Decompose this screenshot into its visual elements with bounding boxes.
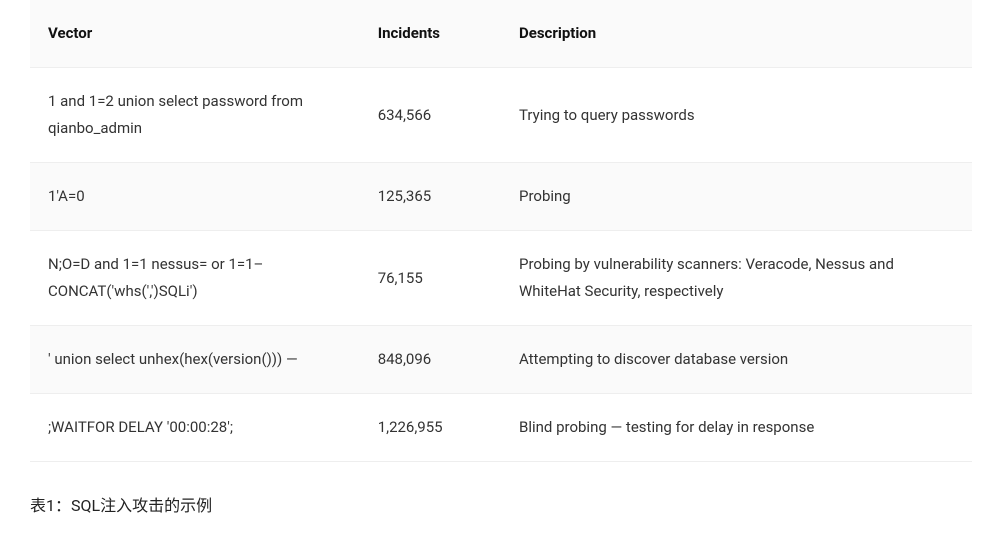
table-header-row: Vector Incidents Description [30,0,972,68]
cell-vector: ;WAITFOR DELAY '00:00:28'; [30,394,360,462]
cell-description: Trying to query passwords [501,68,972,163]
header-description: Description [501,0,972,68]
cell-incidents: 634,566 [360,68,501,163]
cell-description: Attempting to discover database version [501,326,972,394]
header-incidents: Incidents [360,0,501,68]
table-row: ;WAITFOR DELAY '00:00:28'; 1,226,955 Bli… [30,394,972,462]
table-row: ' union select unhex(hex(version())) — 8… [30,326,972,394]
table-caption: 表1：SQL注入攻击的示例 [30,492,972,521]
table-row: N;O=D and 1=1 nessus= or 1=1– CONCAT('wh… [30,231,972,326]
table-row: 1'A=0 125,365 Probing [30,163,972,231]
cell-incidents: 1,226,955 [360,394,501,462]
cell-incidents: 76,155 [360,231,501,326]
table-row: 1 and 1=2 union select password from qia… [30,68,972,163]
cell-vector: 1'A=0 [30,163,360,231]
sql-injection-table: Vector Incidents Description 1 and 1=2 u… [30,0,972,462]
cell-vector: ' union select unhex(hex(version())) — [30,326,360,394]
cell-description: Blind probing — testing for delay in res… [501,394,972,462]
cell-description: Probing [501,163,972,231]
cell-vector: 1 and 1=2 union select password from qia… [30,68,360,163]
cell-incidents: 848,096 [360,326,501,394]
header-vector: Vector [30,0,360,68]
cell-vector: N;O=D and 1=1 nessus= or 1=1– CONCAT('wh… [30,231,360,326]
cell-incidents: 125,365 [360,163,501,231]
cell-description: Probing by vulnerability scanners: Verac… [501,231,972,326]
